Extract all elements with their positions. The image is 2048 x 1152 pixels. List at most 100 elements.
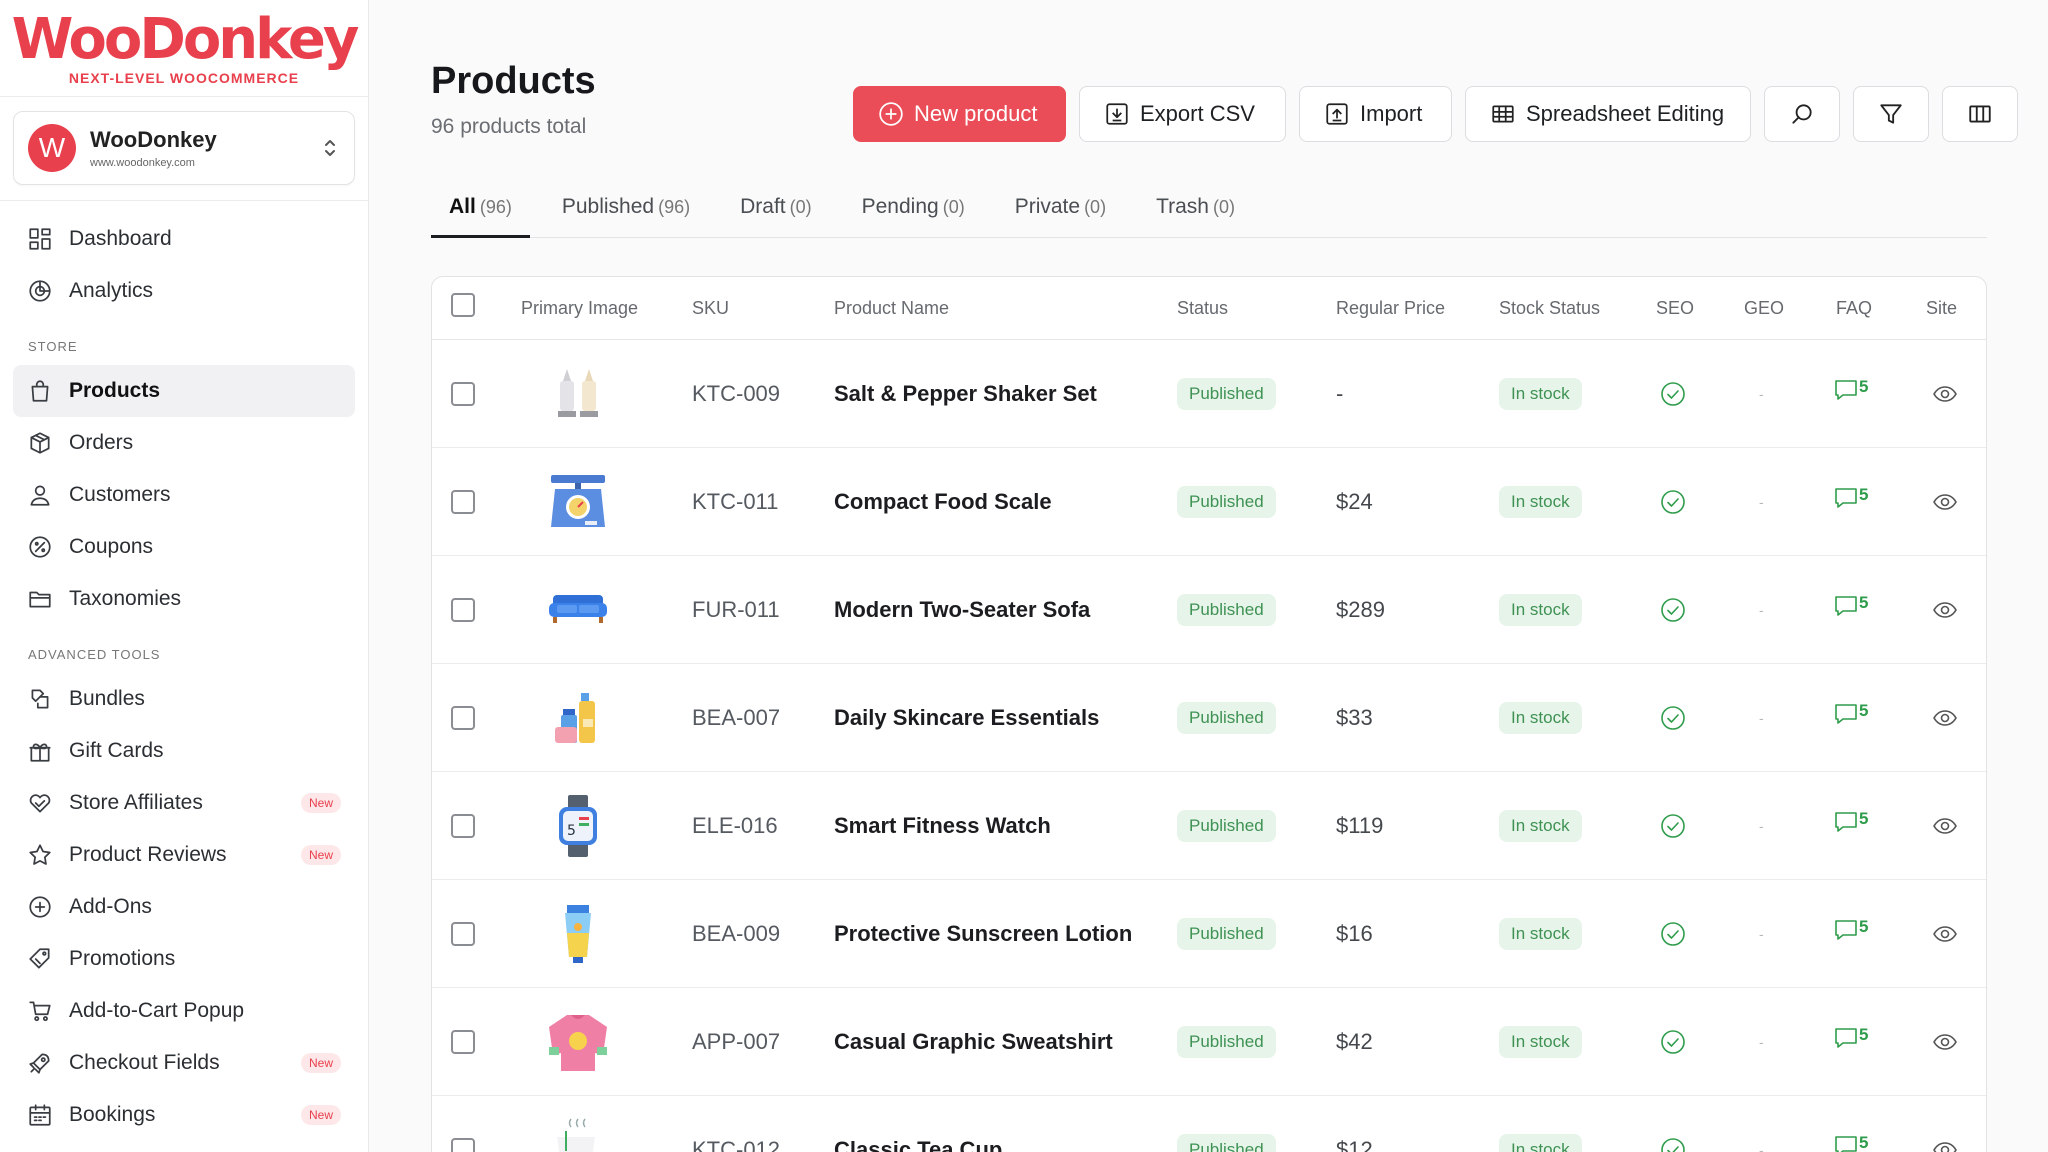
- select-all-checkbox[interactable]: [451, 293, 475, 317]
- view-on-site-eye-icon[interactable]: [1932, 340, 1958, 448]
- faq-button[interactable]: 5: [1833, 876, 1868, 984]
- price-cell: $119: [1336, 813, 1384, 838]
- sidebar-item-bundles[interactable]: Bundles: [13, 673, 355, 725]
- product-thumbnail[interactable]: [543, 664, 613, 772]
- row-checkbox[interactable]: [451, 448, 475, 556]
- tab-pending[interactable]: Pending (0): [844, 188, 983, 238]
- filter-button[interactable]: [1853, 86, 1929, 142]
- folder-icon: [27, 586, 53, 612]
- table-row[interactable]: BEA-009 Protective Sunscreen Lotion Publ…: [432, 880, 1986, 988]
- product-name-link[interactable]: Salt & Pepper Shaker Set: [834, 340, 1097, 448]
- product-thumbnail[interactable]: 5: [543, 772, 613, 880]
- col-faq[interactable]: FAQ: [1836, 298, 1872, 319]
- import-button[interactable]: Import: [1299, 86, 1452, 142]
- table-row[interactable]: FUR-011 Modern Two-Seater Sofa Published…: [432, 556, 1986, 664]
- product-thumbnail[interactable]: [543, 1096, 613, 1152]
- faq-button[interactable]: 5: [1833, 444, 1868, 552]
- sidebar-item-product-reviews[interactable]: Product Reviews New: [13, 829, 355, 881]
- view-on-site-eye-icon[interactable]: [1932, 664, 1958, 772]
- new-product-button[interactable]: New product: [853, 86, 1066, 142]
- col-sku[interactable]: SKU: [692, 298, 729, 319]
- product-thumbnail[interactable]: [543, 340, 613, 448]
- columns-button[interactable]: [1942, 86, 2018, 142]
- col-primary-image[interactable]: Primary Image: [521, 298, 638, 319]
- row-checkbox[interactable]: [451, 340, 475, 448]
- product-name-link[interactable]: Modern Two-Seater Sofa: [834, 556, 1090, 664]
- row-checkbox[interactable]: [451, 772, 475, 880]
- col-product-name[interactable]: Product Name: [834, 298, 949, 319]
- box-icon: [27, 430, 53, 456]
- bundle-icon: [27, 686, 53, 712]
- sidebar-item-add-ons[interactable]: Add-Ons: [13, 881, 355, 933]
- product-name-link[interactable]: Smart Fitness Watch: [834, 772, 1051, 880]
- view-on-site-eye-icon[interactable]: [1932, 988, 1958, 1096]
- sidebar-item-promotions[interactable]: Promotions: [13, 933, 355, 985]
- product-name-link[interactable]: Classic Tea Cup: [834, 1096, 1002, 1152]
- row-checkbox[interactable]: [451, 988, 475, 1096]
- view-on-site-eye-icon[interactable]: [1932, 556, 1958, 664]
- product-thumbnail[interactable]: [543, 448, 613, 556]
- row-checkbox[interactable]: [451, 880, 475, 988]
- sidebar-item-checkout-fields[interactable]: Checkout Fields New: [13, 1037, 355, 1089]
- sidebar-item-customers[interactable]: Customers: [13, 469, 355, 521]
- product-thumbnail[interactable]: [543, 880, 613, 988]
- table-row[interactable]: KTC-011 Compact Food Scale Published $24…: [432, 448, 1986, 556]
- table-row[interactable]: KTC-012 Classic Tea Cup Published $12 In…: [432, 1096, 1986, 1152]
- table-row[interactable]: APP-007 Casual Graphic Sweatshirt Publis…: [432, 988, 1986, 1096]
- sidebar-item-orders[interactable]: Orders: [13, 417, 355, 469]
- faq-button[interactable]: 5: [1833, 768, 1868, 876]
- faq-button[interactable]: 5: [1833, 336, 1868, 444]
- sidebar-item-products[interactable]: Products: [13, 365, 355, 417]
- spreadsheet-editing-button[interactable]: Spreadsheet Editing: [1465, 86, 1751, 142]
- view-on-site-eye-icon[interactable]: [1932, 880, 1958, 988]
- tab-private[interactable]: Private (0): [997, 188, 1124, 238]
- table-row[interactable]: 5 ELE-016 Smart Fitness Watch Published …: [432, 772, 1986, 880]
- sweatshirt-icon: [543, 1007, 613, 1077]
- col-site[interactable]: Site: [1926, 298, 1957, 319]
- sidebar-item-taxonomies[interactable]: Taxonomies: [13, 573, 355, 625]
- brand-logo[interactable]: WooDonkey NEXT-LEVEL WOOCOMMERCE: [0, 0, 368, 97]
- product-name-link[interactable]: Compact Food Scale: [834, 448, 1052, 556]
- table-row[interactable]: KTC-009 Salt & Pepper Shaker Set Publish…: [432, 340, 1986, 448]
- row-checkbox[interactable]: [451, 556, 475, 664]
- sidebar-item-analytics[interactable]: Analytics: [13, 265, 355, 317]
- sidebar-item-bookings[interactable]: Bookings New: [13, 1089, 355, 1141]
- sidebar-section-label: ADVANCED TOOLS: [28, 647, 161, 662]
- table-row[interactable]: BEA-007 Daily Skincare Essentials Publis…: [432, 664, 1986, 772]
- view-on-site-eye-icon[interactable]: [1932, 448, 1958, 556]
- tab-draft[interactable]: Draft (0): [722, 188, 830, 238]
- col-geo[interactable]: GEO: [1744, 298, 1784, 319]
- product-name-link[interactable]: Daily Skincare Essentials: [834, 664, 1099, 772]
- product-thumbnail[interactable]: [543, 556, 613, 664]
- sidebar-item-label: Products: [69, 379, 161, 402]
- row-checkbox[interactable]: [451, 1096, 475, 1152]
- export-csv-button[interactable]: Export CSV: [1079, 86, 1286, 142]
- site-switcher[interactable]: W WooDonkey www.woodonkey.com: [13, 111, 355, 185]
- sidebar-item-label: Add-Ons: [69, 895, 152, 918]
- tab-trash[interactable]: Trash (0): [1138, 188, 1253, 238]
- product-name-link[interactable]: Protective Sunscreen Lotion: [834, 880, 1132, 988]
- col-seo[interactable]: SEO: [1656, 298, 1694, 319]
- view-on-site-eye-icon[interactable]: [1932, 772, 1958, 880]
- search-button[interactable]: [1764, 86, 1840, 142]
- row-checkbox[interactable]: [451, 664, 475, 772]
- faq-button[interactable]: 5: [1833, 660, 1868, 768]
- col-status[interactable]: Status: [1177, 298, 1228, 319]
- sidebar-item-store-affiliates[interactable]: Store Affiliates New: [13, 777, 355, 829]
- site-url: www.woodonkey.com: [90, 157, 195, 169]
- sidebar-item-add-to-cart-popup[interactable]: Add-to-Cart Popup: [13, 985, 355, 1037]
- sidebar-item-gift-cards[interactable]: Gift Cards: [13, 725, 355, 777]
- faq-button[interactable]: 5: [1833, 984, 1868, 1092]
- status-label: Published: [1177, 1134, 1276, 1152]
- faq-button[interactable]: 5: [1833, 1092, 1868, 1152]
- tab-published[interactable]: Published (96): [544, 188, 708, 238]
- tab-all[interactable]: All (96): [431, 188, 530, 238]
- col-regular-price[interactable]: Regular Price: [1336, 298, 1445, 319]
- product-thumbnail[interactable]: [543, 988, 613, 1096]
- col-stock-status[interactable]: Stock Status: [1499, 298, 1600, 319]
- view-on-site-eye-icon[interactable]: [1932, 1096, 1958, 1152]
- sidebar-item-dashboard[interactable]: Dashboard: [13, 213, 355, 265]
- sidebar-item-coupons[interactable]: Coupons: [13, 521, 355, 573]
- product-name-link[interactable]: Casual Graphic Sweatshirt: [834, 988, 1113, 1096]
- faq-button[interactable]: 5: [1833, 552, 1868, 660]
